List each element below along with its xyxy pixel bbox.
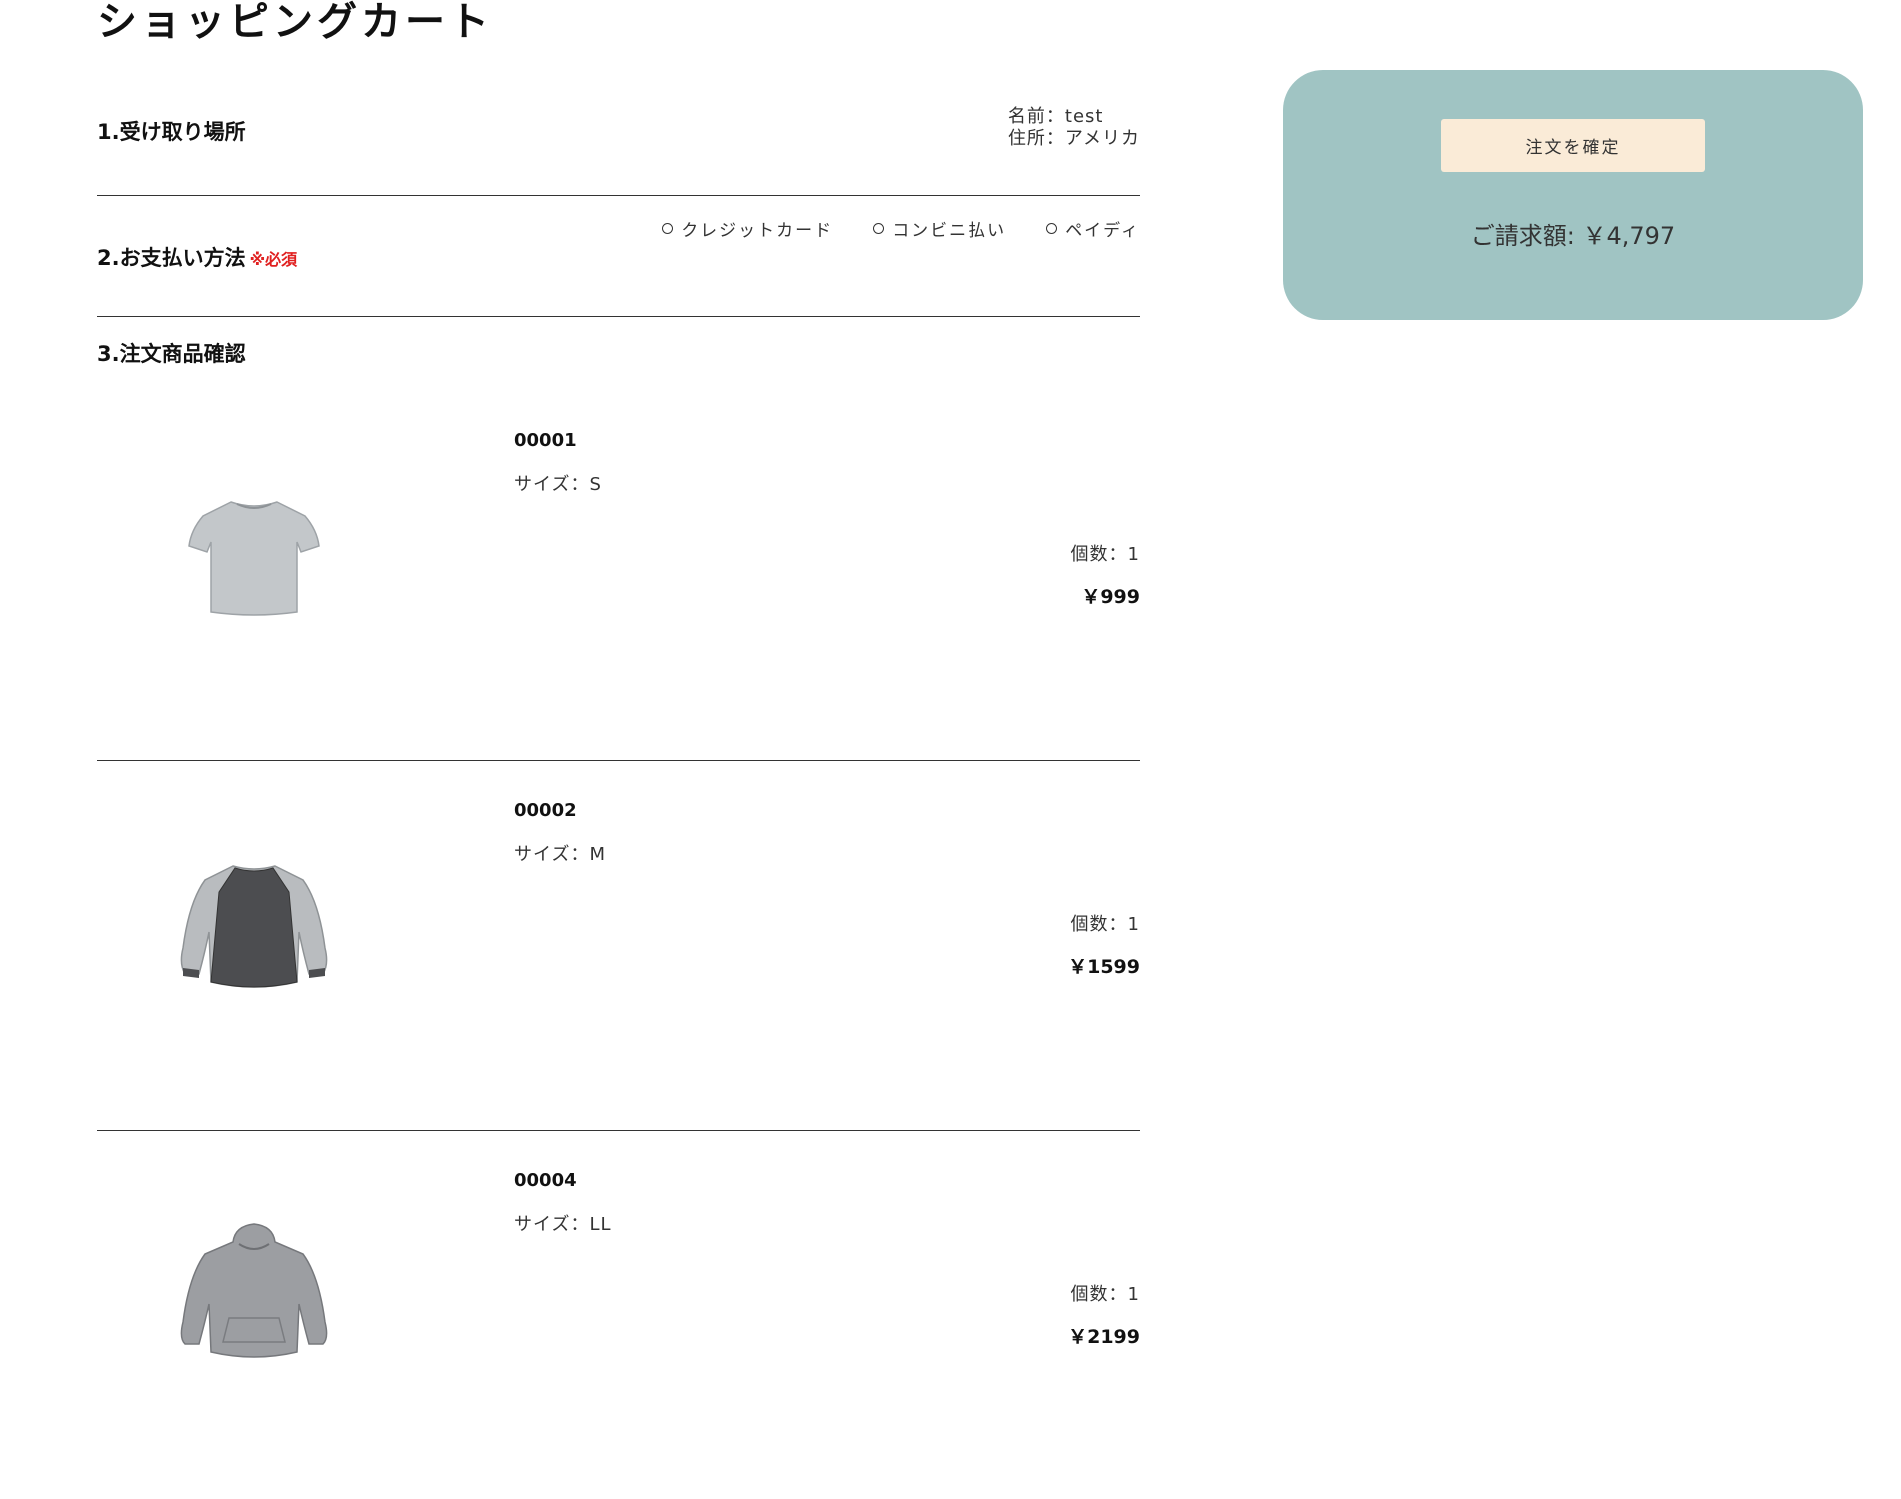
raglan-sweatshirt-icon [159,852,349,1002]
order-section-label: 3.注文商品確認 [97,342,246,366]
item-size: サイズ：LL [514,1214,612,1235]
cart-item: 00001 サイズ：S 個数：1 ￥999 [97,392,1140,759]
pickup-name: 名前：test [1007,106,1104,127]
pickup-address: 住所：アメリカ [1007,128,1140,149]
radio-icon[interactable] [1046,223,1058,234]
order-summary-panel: 注文を確定 ご請求額: ￥4,797 [1283,70,1863,320]
hoodie-icon [159,1222,349,1372]
section-divider [97,195,1140,196]
payment-option-credit-card[interactable]: クレジットカード [662,216,833,241]
payment-options: クレジットカード コンビニ払い ペイディ [662,216,1140,241]
radio-icon[interactable] [662,223,674,234]
item-size: サイズ：S [514,474,602,495]
radio-icon[interactable] [873,223,885,234]
payment-option-label: コンビニ払い [892,221,1007,241]
payment-label-text: 2.お支払い方法 [97,246,246,270]
payment-option-convenience-store[interactable]: コンビニ払い [873,216,1006,241]
item-price: ￥2199 [1068,1326,1140,1348]
item-code: 00004 [514,1170,577,1191]
item-code: 00001 [514,430,577,451]
payment-option-label: クレジットカード [681,221,834,241]
item-divider [97,1130,1140,1131]
cart-item: 00004 サイズ：LL 個数：1 ￥2199 [97,1132,1140,1499]
cart-item: 00002 サイズ：M 個数：1 ￥1599 [97,762,1140,1129]
item-quantity: 個数：1 [1070,544,1140,565]
cart-main: 1.受け取り場所 名前：test 住所：アメリカ 2.お支払い方法 ※必須 クレジ… [97,0,1140,1470]
payment-option-label: ペイディ [1065,221,1140,241]
required-badge: ※必須 [249,250,298,269]
item-code: 00002 [514,800,577,821]
tshirt-icon [159,482,349,632]
item-quantity: 個数：1 [1070,1284,1140,1305]
total-amount: ご請求額: ￥4,797 [1470,222,1676,250]
pickup-section-label: 1.受け取り場所 [97,120,246,144]
pickup-info: 名前：test 住所：アメリカ [1008,106,1140,150]
item-divider [97,760,1140,761]
section-divider [97,316,1140,317]
item-size: サイズ：M [514,844,606,865]
item-price: ￥999 [1081,586,1140,608]
confirm-order-button[interactable]: 注文を確定 [1441,119,1705,172]
payment-section-label: 2.お支払い方法 ※必須 [97,242,297,272]
payment-option-paidy[interactable]: ペイディ [1046,216,1140,241]
item-quantity: 個数：1 [1070,914,1140,935]
item-price: ￥1599 [1068,956,1140,978]
